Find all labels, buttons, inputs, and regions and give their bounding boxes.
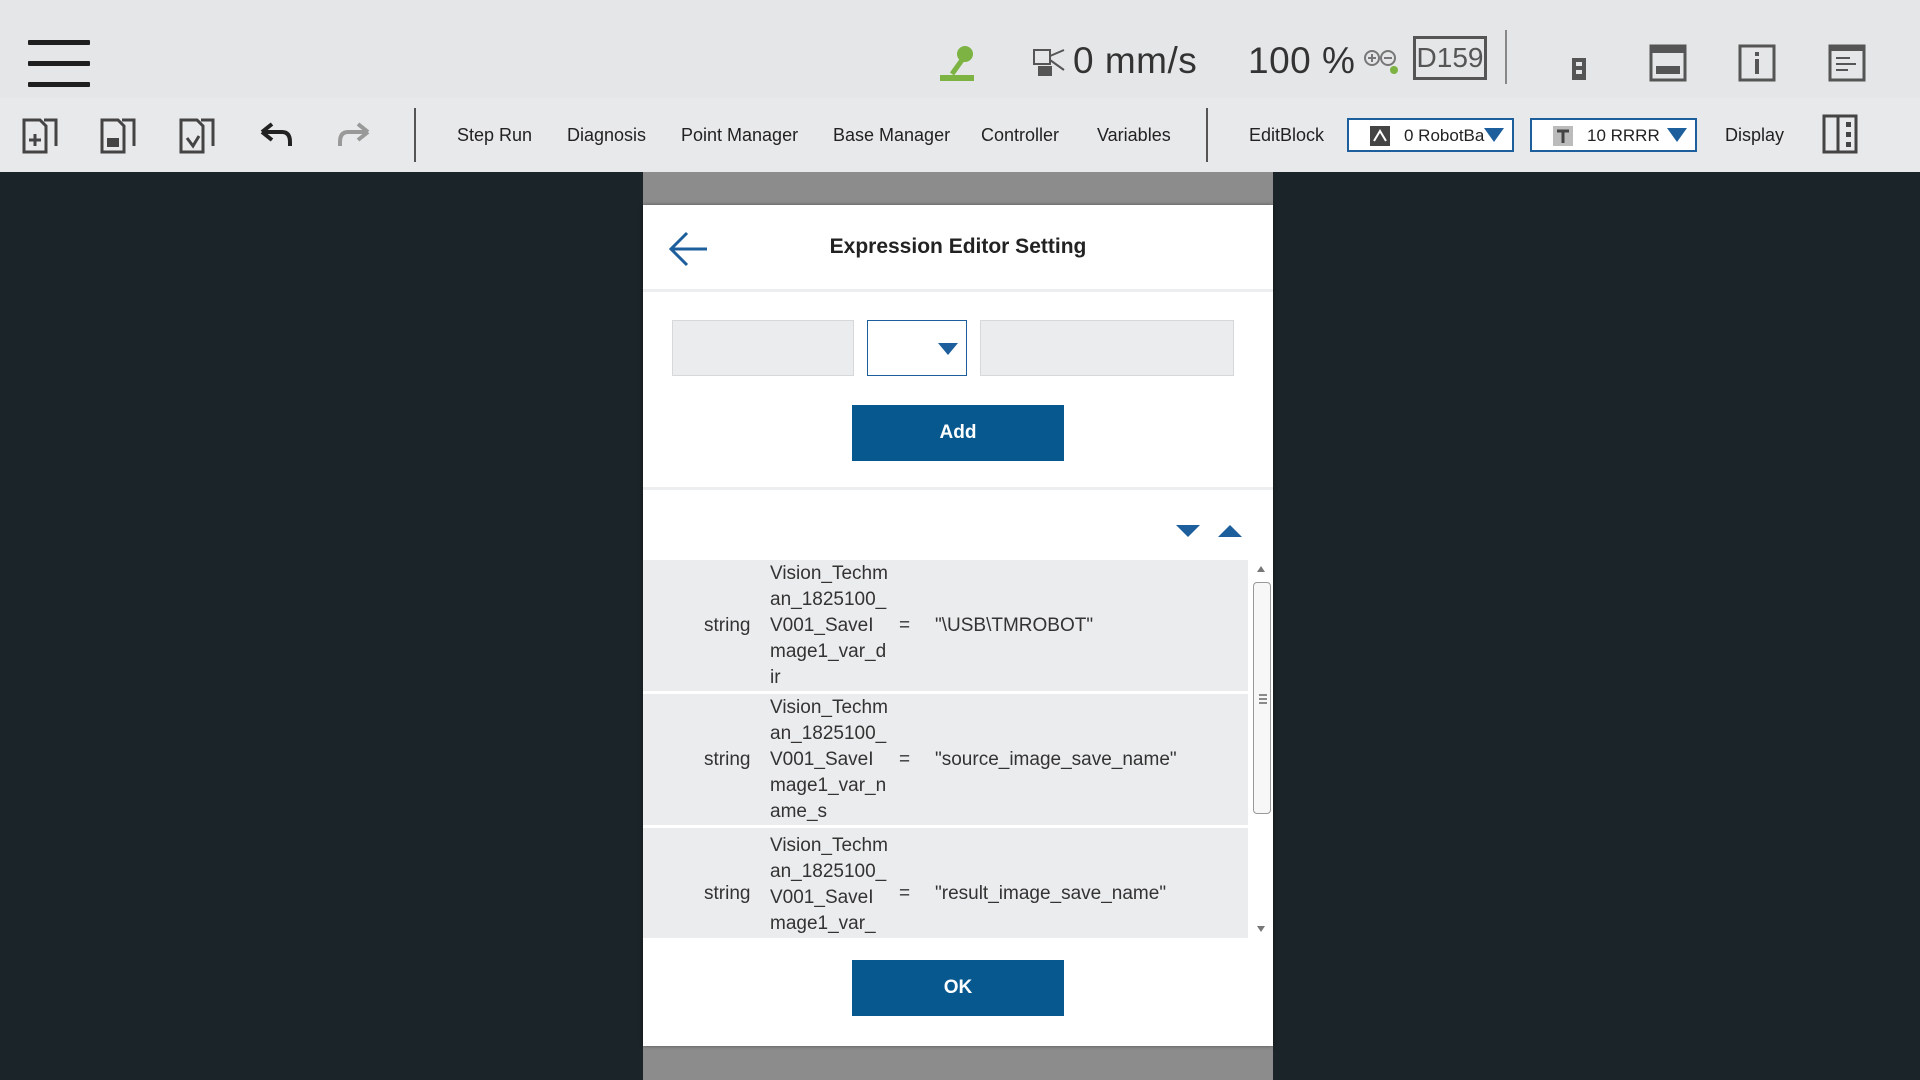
row-variable-name: Vision_Techman_1825100_V001_SaveImage1_v… <box>770 696 888 822</box>
row-type: string <box>704 614 751 636</box>
tcp-icon <box>1553 126 1573 146</box>
row-value: "\USB\TMROBOT" <box>935 614 1094 636</box>
divider <box>643 289 1273 292</box>
base-icon <box>1370 126 1390 146</box>
chevron-down-icon <box>1484 128 1504 142</box>
tcp-select-dropdown[interactable]: 10 RRRR <box>1530 118 1697 152</box>
top-status-bar: 0 mm/s 100 % D159 <box>0 0 1920 98</box>
chevron-down-icon <box>938 343 958 355</box>
expression-editor-dialog: Expression Editor Setting Add string Vis… <box>643 205 1273 1046</box>
list-scrollbar[interactable] <box>1251 560 1273 938</box>
toolbar-divider <box>414 108 416 162</box>
toolbar-divider <box>1206 108 1208 162</box>
grip-icon <box>1259 694 1267 704</box>
undo-icon[interactable] <box>256 116 296 156</box>
move-up-icon[interactable] <box>1218 525 1242 537</box>
hamburger-menu-icon[interactable] <box>28 40 90 88</box>
divider <box>643 487 1273 490</box>
speed-text: 0 mm/s <box>1073 40 1198 81</box>
scrollbar-thumb[interactable] <box>1253 582 1271 814</box>
operator-select[interactable] <box>867 320 967 376</box>
dialog-title: Expression Editor Setting <box>829 235 1087 258</box>
save-file-icon[interactable] <box>98 116 138 156</box>
display-button[interactable]: Display <box>1725 98 1784 172</box>
top-divider <box>1505 30 1507 84</box>
log-panel-icon[interactable] <box>1828 44 1866 82</box>
tcp-select-value: 10 RRRR <box>1587 126 1660 145</box>
speed-adjust-icon[interactable] <box>1363 48 1399 76</box>
base-manager-button[interactable]: Base Manager <box>833 98 950 172</box>
speed-percent-readout: 100 % <box>1248 36 1355 86</box>
base-select-dropdown[interactable]: 0 RobotBa <box>1347 118 1514 152</box>
chevron-down-icon <box>1667 128 1687 142</box>
edit-block-button[interactable]: EditBlock <box>1249 98 1324 172</box>
row-value: "result_image_save_name" <box>935 882 1167 904</box>
speed-robot-icon <box>1033 49 1065 76</box>
controller-button[interactable]: Controller <box>981 98 1059 172</box>
scroll-down-icon[interactable] <box>1257 926 1265 932</box>
move-down-icon[interactable] <box>1176 525 1200 537</box>
base-select-value: 0 RobotBa <box>1404 126 1485 145</box>
back-arrow-icon[interactable] <box>667 229 713 269</box>
list-item[interactable]: string Vision_Techman_1825100_V001_SaveI… <box>643 694 1248 825</box>
expression-list: string Vision_Techman_1825100_V001_SaveI… <box>643 560 1273 938</box>
add-button[interactable]: Add <box>852 405 1064 461</box>
robot-arm-status-icon <box>940 46 974 81</box>
diagnosis-button[interactable]: Diagnosis <box>567 98 646 172</box>
scroll-up-icon[interactable] <box>1257 566 1265 572</box>
variables-button[interactable]: Variables <box>1097 98 1171 172</box>
window-panel-icon[interactable] <box>1649 44 1687 82</box>
ok-button[interactable]: OK <box>852 960 1064 1016</box>
project-code-badge: D159 <box>1413 36 1487 80</box>
io-indicator-icon[interactable] <box>1570 56 1588 82</box>
row-type: string <box>704 748 751 770</box>
row-equals: = <box>899 882 911 904</box>
row-variable-name: Vision_Techman_1825100_V001_SaveImage1_v… <box>770 562 888 688</box>
right-operand-input[interactable] <box>980 320 1234 376</box>
row-type: string <box>704 882 751 904</box>
list-item[interactable]: string Vision_Techman_1825100_V001_SaveI… <box>643 560 1248 691</box>
percent-text: 100 % <box>1248 40 1356 81</box>
row-equals: = <box>899 748 911 770</box>
row-variable-name: Vision_Techman_1825100_V001_SaveImage1_v… <box>770 835 888 934</box>
side-panel-icon[interactable] <box>1822 114 1862 154</box>
list-item[interactable]: string Vision_Techman_1825100_V001_SaveI… <box>643 828 1248 938</box>
row-value: "source_image_save_name" <box>935 748 1177 770</box>
row-equals: = <box>899 614 911 636</box>
redo-icon[interactable] <box>334 116 374 156</box>
info-icon[interactable] <box>1738 44 1776 82</box>
point-manager-button[interactable]: Point Manager <box>681 98 798 172</box>
step-run-button[interactable]: Step Run <box>457 98 532 172</box>
save-as-file-icon[interactable] <box>177 116 217 156</box>
new-file-icon[interactable] <box>20 116 60 156</box>
speed-readout: 0 mm/s <box>1073 36 1197 86</box>
left-operand-input[interactable] <box>672 320 854 376</box>
